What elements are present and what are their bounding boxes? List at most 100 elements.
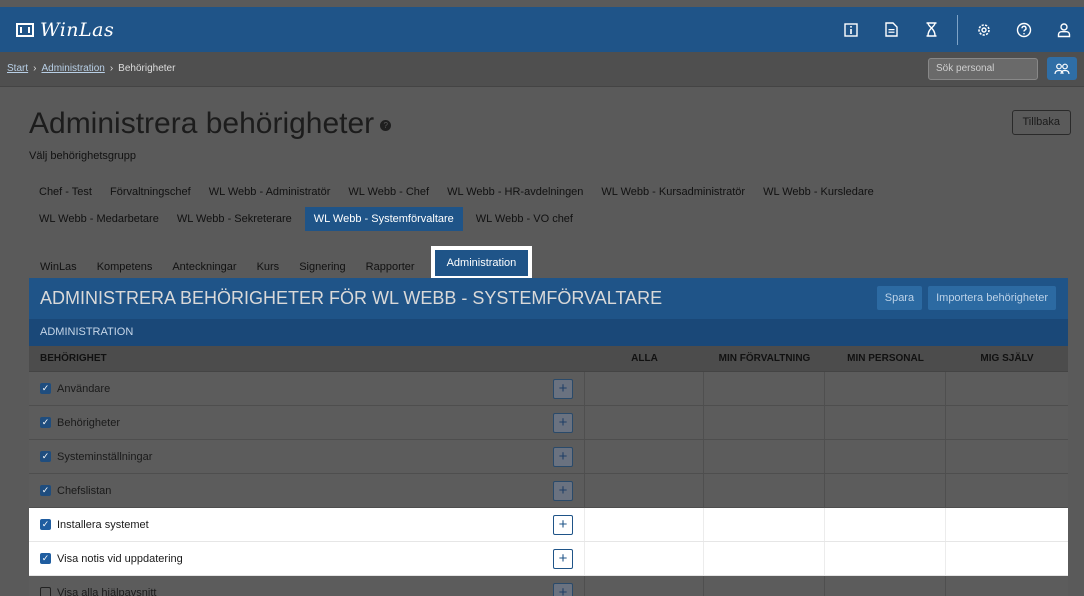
cell-myself[interactable]	[946, 474, 1068, 507]
expand-button[interactable]: +	[553, 481, 573, 501]
group-row-1: Chef - Test Förvaltningschef WL Webb - A…	[30, 186, 883, 198]
section-header: ADMINISTRATION	[29, 319, 1068, 346]
info-icon[interactable]	[839, 18, 863, 42]
cell-myself[interactable]	[946, 372, 1068, 405]
cell-myself[interactable]	[946, 576, 1068, 596]
checkbox[interactable]: ✓	[40, 383, 51, 394]
import-permissions-button[interactable]: Importera behörigheter	[928, 286, 1056, 310]
app-logo-text: WinLas	[40, 18, 115, 41]
app-logo[interactable]: WinLas	[16, 19, 114, 41]
cell-all[interactable]	[585, 542, 704, 575]
checkbox[interactable]: ✓	[40, 553, 51, 564]
tab-signering[interactable]: Signering	[299, 261, 345, 273]
cell-my-administration[interactable]	[704, 576, 825, 596]
permission-cell: ✓ Behörigheter +	[29, 406, 585, 439]
gear-icon[interactable]	[972, 18, 996, 42]
document-icon[interactable]	[879, 18, 903, 42]
group-wl-webb-hr[interactable]: WL Webb - HR-avdelningen	[447, 186, 583, 198]
permission-label: Visa notis vid uppdatering	[57, 552, 183, 565]
people-icon	[1054, 63, 1070, 74]
breadcrumb-admin-link[interactable]: Administration	[41, 63, 104, 74]
tab-administration[interactable]: Administration	[430, 246, 533, 280]
cell-myself[interactable]	[946, 406, 1068, 439]
cell-my-administration[interactable]	[704, 440, 825, 473]
cell-myself[interactable]	[946, 542, 1068, 575]
cell-myself[interactable]	[946, 440, 1068, 473]
cell-all[interactable]	[585, 440, 704, 473]
expand-button[interactable]: +	[553, 447, 573, 467]
group-wl-webb-sekreterare[interactable]: WL Webb - Sekreterare	[177, 213, 292, 225]
group-wl-webb-kursadministrator[interactable]: WL Webb - Kursadministratör	[601, 186, 745, 198]
cell-my-staff[interactable]	[825, 372, 946, 405]
group-wl-webb-medarbetare[interactable]: WL Webb - Medarbetare	[39, 213, 159, 225]
tab-kurs[interactable]: Kurs	[257, 261, 280, 273]
people-button[interactable]	[1047, 57, 1077, 80]
checkbox[interactable]: ✓	[40, 519, 51, 530]
cell-my-administration[interactable]	[704, 474, 825, 507]
group-wl-webb-vo-chef[interactable]: WL Webb - VO chef	[476, 213, 573, 225]
permission-label: Visa alla hjälpavsnitt	[57, 586, 157, 596]
table-row: ✓ Användare +	[29, 372, 1068, 406]
table-row: Visa alla hjälpavsnitt +	[29, 576, 1068, 596]
column-permission: BEHÖRIGHET	[40, 353, 107, 364]
cell-my-staff[interactable]	[825, 406, 946, 439]
group-wl-webb-chef[interactable]: WL Webb - Chef	[348, 186, 429, 198]
cell-my-staff[interactable]	[825, 474, 946, 507]
group-wl-webb-systemforvaltare[interactable]: WL Webb - Systemförvaltare	[304, 207, 463, 231]
permission-cell: ✓ Användare +	[29, 372, 585, 405]
tab-anteckningar[interactable]: Anteckningar	[172, 261, 236, 273]
column-all: ALLA	[631, 353, 658, 364]
hourglass-icon[interactable]	[919, 18, 943, 42]
cell-my-administration[interactable]	[704, 372, 825, 405]
expand-button[interactable]: +	[553, 549, 573, 569]
back-button[interactable]: Tillbaka	[1011, 110, 1071, 135]
checkbox[interactable]: ✓	[40, 451, 51, 462]
toolbar-divider	[957, 14, 958, 45]
expand-button[interactable]: +	[553, 515, 573, 535]
cell-my-staff[interactable]	[825, 508, 946, 541]
cell-all[interactable]	[585, 508, 704, 541]
tab-rapporter[interactable]: Rapporter	[366, 261, 415, 273]
save-button[interactable]: Spara	[876, 286, 923, 310]
group-forvaltningschef[interactable]: Förvaltningschef	[110, 186, 191, 198]
tab-kompetens[interactable]: Kompetens	[97, 261, 153, 273]
checkbox[interactable]: ✓	[40, 417, 51, 428]
checkbox[interactable]	[40, 587, 51, 596]
help-icon[interactable]	[1012, 18, 1036, 42]
cell-myself[interactable]	[946, 508, 1068, 541]
group-wl-webb-administrator[interactable]: WL Webb - Administratör	[209, 186, 331, 198]
breadcrumb-current: Behörigheter	[118, 63, 176, 74]
search-personnel-input[interactable]: Sök personal	[928, 58, 1038, 80]
breadcrumb: Start › Administration › Behörigheter	[7, 63, 175, 74]
breadcrumb-start-link[interactable]: Start	[7, 63, 28, 74]
cell-my-staff[interactable]	[825, 542, 946, 575]
user-icon[interactable]	[1052, 18, 1076, 42]
checkbox[interactable]: ✓	[40, 485, 51, 496]
expand-button[interactable]: +	[553, 413, 573, 433]
cell-all[interactable]	[585, 406, 704, 439]
cell-all[interactable]	[585, 576, 704, 596]
permission-cell: ✓ Chefslistan +	[29, 474, 585, 507]
expand-button[interactable]: +	[553, 379, 573, 399]
page-title: Administrera behörigheter?	[29, 107, 392, 141]
group-wl-webb-kursledare[interactable]: WL Webb - Kursledare	[763, 186, 874, 198]
cell-my-administration[interactable]	[704, 406, 825, 439]
cell-my-administration[interactable]	[704, 508, 825, 541]
help-icon[interactable]: ?	[380, 119, 392, 131]
cell-my-administration[interactable]	[704, 542, 825, 575]
permission-cell: ✓ Visa notis vid uppdatering +	[29, 542, 585, 575]
group-chef-test[interactable]: Chef - Test	[39, 186, 92, 198]
breadcrumb-separator: ›	[109, 63, 114, 74]
group-select-label: Välj behörighetsgrupp	[29, 150, 137, 162]
cell-my-staff[interactable]	[825, 576, 946, 596]
table-row: ✓ Behörigheter +	[29, 406, 1068, 440]
cell-all[interactable]	[585, 372, 704, 405]
cell-my-staff[interactable]	[825, 440, 946, 473]
cell-all[interactable]	[585, 474, 704, 507]
expand-button[interactable]: +	[553, 583, 573, 596]
tab-winlas[interactable]: WinLas	[40, 261, 77, 273]
group-row-2: WL Webb - Medarbetare WL Webb - Sekreter…	[30, 207, 582, 231]
permission-label: Behörigheter	[57, 416, 120, 429]
permission-cell: ✓ Installera systemet +	[29, 508, 585, 541]
library-icon	[16, 22, 34, 37]
